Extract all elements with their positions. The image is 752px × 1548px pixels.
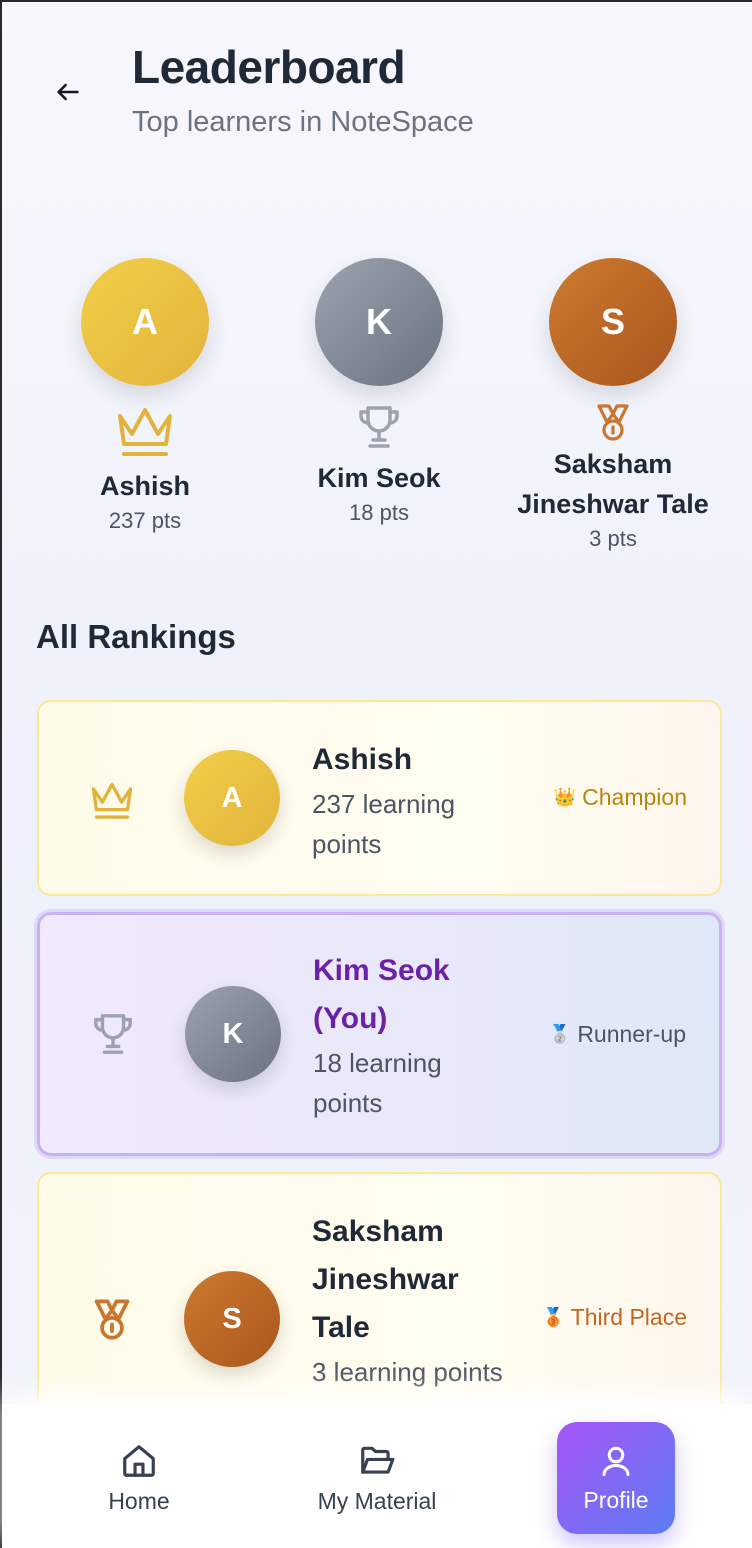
nav-label: Home — [108, 1487, 170, 1514]
nav-profile[interactable]: Profile — [557, 1422, 675, 1534]
podium-second[interactable]: K Kim Seok 18 pts — [264, 258, 494, 526]
arrow-left-icon — [57, 83, 79, 101]
trophy-icon — [90, 1011, 136, 1057]
ranking-points: 3 learning points — [312, 1357, 503, 1387]
back-button[interactable] — [48, 72, 88, 112]
podium-points: 237 pts — [108, 508, 182, 533]
bronze-medal-emoji-icon: 🥉 — [542, 1307, 565, 1327]
ranking-card-first[interactable]: A Ashish 237 learning points 👑 Champion — [37, 700, 722, 896]
ranking-info: Saksham Jineshwar Tale 3 learning points — [312, 1208, 512, 1392]
ranking-points: 237 learning points — [312, 789, 456, 859]
status-badge: 🥉 Third Place — [542, 1304, 687, 1331]
podium-third[interactable]: S Saksham Jineshwar Tale 3 pts — [498, 258, 728, 552]
nav-my-material[interactable]: My Material — [302, 1422, 452, 1534]
status-badge: 🥈 Runner-up — [549, 1021, 686, 1048]
avatar: A — [81, 258, 209, 386]
podium-name: Saksham Jineshwar Tale — [517, 449, 709, 519]
page-title: Leaderboard — [132, 41, 406, 93]
podium-name: Kim Seok — [317, 463, 441, 493]
home-icon — [123, 1444, 155, 1477]
podium-points: 18 pts — [349, 500, 409, 525]
avatar: S — [184, 1271, 280, 1367]
user-icon — [602, 1446, 630, 1476]
status-badge: 👑 Champion — [554, 784, 687, 811]
badge-label: Runner-up — [577, 1021, 686, 1047]
avatar: K — [315, 258, 443, 386]
page-subtitle: Top learners in NoteSpace — [132, 106, 474, 138]
trophy-icon — [264, 404, 494, 450]
silver-medal-emoji-icon: 🥈 — [548, 1024, 572, 1044]
crown-icon — [30, 404, 260, 458]
avatar: K — [185, 986, 281, 1082]
avatar: S — [549, 258, 677, 386]
crown-icon — [89, 777, 135, 823]
podium: A Ashish 237 pts K Kim Seok 18 pts S Sak… — [2, 258, 752, 588]
ranking-name: Kim Seok (You) — [313, 954, 450, 1035]
medal-icon — [498, 402, 728, 442]
podium-points: 3 pts — [589, 526, 637, 551]
nav-label: Profile — [583, 1486, 649, 1513]
podium-name: Ashish — [99, 471, 191, 501]
medal-icon — [89, 1296, 135, 1342]
crown-emoji-icon: 👑 — [553, 787, 577, 807]
podium-first[interactable]: A Ashish 237 pts — [30, 258, 260, 534]
ranking-info: Kim Seok (You) 18 learning points — [313, 947, 513, 1123]
rankings-title: All Rankings — [36, 618, 236, 655]
bottom-nav: Home My Material Profile — [2, 1404, 752, 1548]
nav-home[interactable]: Home — [80, 1422, 198, 1534]
nav-label: My Material — [317, 1487, 437, 1514]
badge-label: Champion — [582, 784, 687, 810]
avatar: A — [184, 750, 280, 846]
ranking-name: Saksham Jineshwar Tale — [312, 1215, 459, 1344]
folder-open-icon — [361, 1446, 395, 1474]
badge-label: Third Place — [570, 1304, 687, 1330]
ranking-card-you[interactable]: K Kim Seok (You) 18 learning points 🥈 Ru… — [37, 912, 722, 1156]
ranking-info: Ashish 237 learning points — [312, 736, 512, 864]
header: Leaderboard Top learners in NoteSpace — [2, 2, 752, 182]
ranking-name: Ashish — [312, 743, 413, 776]
ranking-points: 18 learning points — [313, 1048, 442, 1118]
